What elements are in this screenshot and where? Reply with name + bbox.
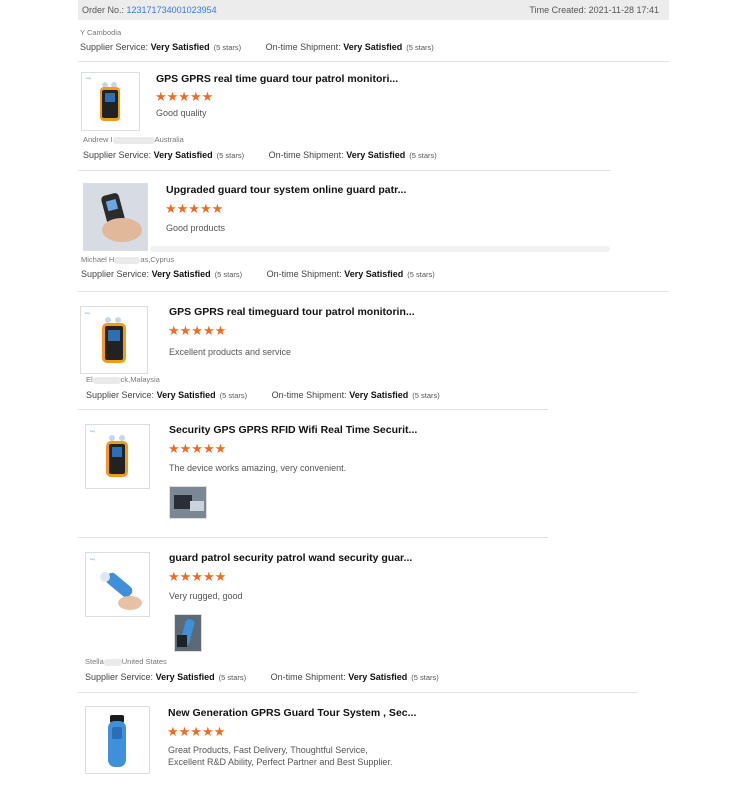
- review-photo[interactable]: [169, 486, 207, 519]
- review-photo-image: [175, 615, 201, 651]
- svg-text:tag: tag: [90, 557, 95, 561]
- divider: [78, 537, 548, 538]
- service-ratings-row: Supplier Service: Very Satisfied (5 stars…: [86, 390, 440, 400]
- svg-text:tag: tag: [85, 311, 90, 315]
- svg-text:tag: tag: [86, 76, 91, 80]
- review-comment: Excellent products and service: [169, 347, 292, 357]
- product-title[interactable]: GPS GPRS real time guard tour patrol mon…: [156, 73, 398, 85]
- svg-text:tag: tag: [90, 429, 95, 433]
- service-ratings-row: Supplier Service: Very Satisfied (5 stars…: [85, 672, 439, 682]
- review-comment: Good products: [166, 223, 226, 233]
- service-ratings-row: Supplier Service: Very Satisfied (5 stars…: [80, 42, 434, 52]
- star-rating: ★★★★★: [168, 569, 227, 584]
- product-thumbnail[interactable]: tag: [80, 306, 148, 374]
- patrol-device-icon: tag: [90, 429, 128, 477]
- patrol-device-icon: [108, 715, 126, 767]
- review-comment-line-2: Excellent R&D Ability, Perfect Partner a…: [168, 757, 393, 767]
- product-thumbnail[interactable]: [85, 706, 150, 774]
- product-title[interactable]: Security GPS GPRS RFID Wifi Real Time Se…: [169, 424, 417, 436]
- buyer-name: Andrew I Australia: [83, 135, 184, 144]
- product-title[interactable]: GPS GPRS real timeguard tour patrol moni…: [169, 306, 415, 318]
- order-header-bar: Order No.: 123171734001023954 Time Creat…: [78, 0, 669, 20]
- divider: [78, 291, 669, 292]
- review-photo[interactable]: [174, 614, 202, 652]
- patrol-device-icon: tag: [90, 557, 142, 610]
- patrol-device-icon: [84, 184, 147, 250]
- star-rating: ★★★★★: [165, 201, 224, 216]
- buyer-name: Michael Has,Cyprus: [81, 255, 175, 264]
- product-thumbnail[interactable]: tag: [81, 72, 140, 131]
- product-title[interactable]: New Generation GPRS Guard Tour System , …: [168, 707, 416, 719]
- patrol-device-icon: tag: [85, 311, 126, 363]
- product-thumbnail[interactable]: tag: [85, 552, 150, 617]
- buyer-name: Stella United States: [85, 657, 167, 666]
- review-photo-image: [170, 487, 206, 518]
- product-thumbnail[interactable]: tag: [85, 424, 150, 489]
- review-comment-line-1: Great Products, Fast Delivery, Thoughtfu…: [168, 745, 368, 755]
- order-number-row: Order No.: 123171734001023954: [82, 5, 217, 15]
- review-comment: The device works amazing, very convenien…: [169, 463, 347, 473]
- order-number-label: Order No.:: [82, 5, 125, 15]
- service-ratings-row: Supplier Service: Very Satisfied (5 stars…: [83, 150, 437, 160]
- star-rating: ★★★★★: [155, 89, 214, 104]
- product-title[interactable]: guard patrol security patrol wand securi…: [169, 552, 412, 564]
- service-ratings-row: Supplier Service: Very Satisfied (5 stars…: [81, 269, 435, 279]
- review-comment: Good quality: [156, 108, 207, 118]
- divider: [78, 409, 548, 410]
- divider: [78, 692, 638, 693]
- star-rating: ★★★★★: [168, 323, 227, 338]
- buyer-name: Y Cambodia: [80, 28, 122, 37]
- time-created: Time Created: 2021-11-28 17:41: [529, 5, 659, 15]
- divider: [78, 170, 611, 171]
- star-rating: ★★★★★: [168, 441, 227, 456]
- patrol-device-icon: tag: [86, 76, 120, 121]
- review-comment: Very rugged, good: [169, 591, 243, 601]
- divider: [78, 61, 669, 62]
- order-number-link[interactable]: 123171734001023954: [127, 5, 217, 15]
- blurred-line: [150, 246, 610, 252]
- buyer-name: El ck,Malaysia: [86, 375, 160, 384]
- product-title[interactable]: Upgraded guard tour system online guard …: [166, 184, 406, 196]
- star-rating: ★★★★★: [167, 724, 226, 739]
- product-thumbnail[interactable]: [83, 183, 148, 251]
